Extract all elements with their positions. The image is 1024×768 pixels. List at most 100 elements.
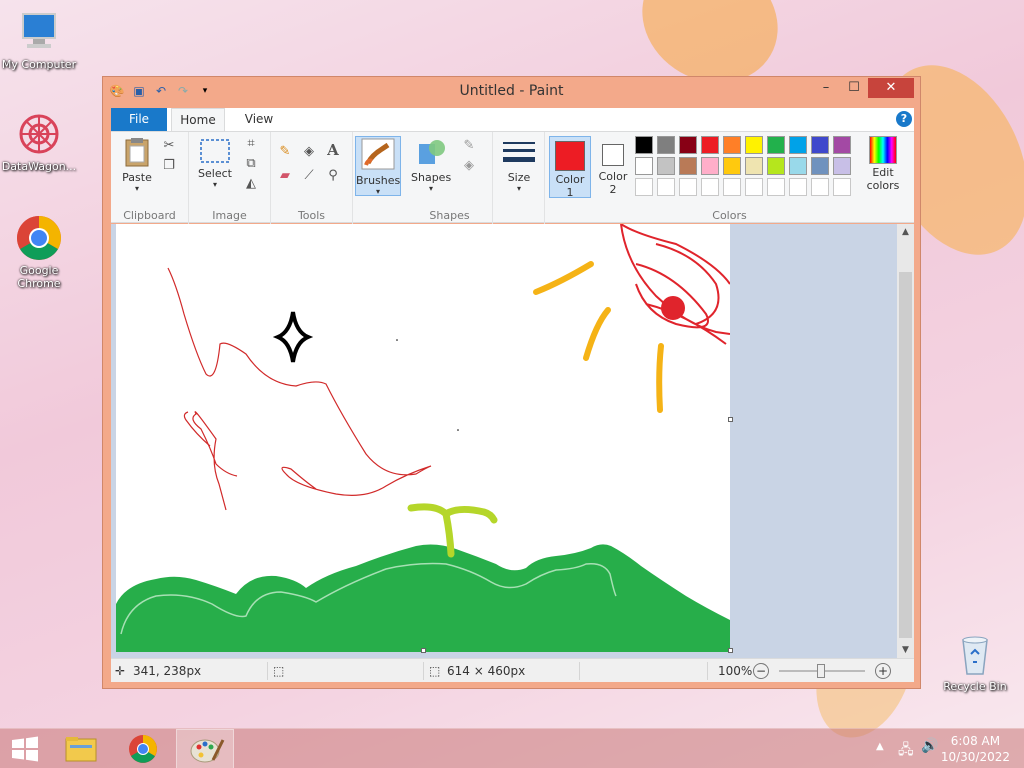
palette-swatch[interactable] <box>657 136 675 154</box>
palette-swatch[interactable] <box>679 136 697 154</box>
desktop-icon-my-computer[interactable]: My Computer <box>0 8 78 71</box>
palette-swatch[interactable] <box>723 157 741 175</box>
cut-icon[interactable]: ✂ <box>161 138 177 154</box>
scroll-up-arrow[interactable]: ▲ <box>897 224 914 240</box>
color2-button[interactable]: Color 2 <box>593 136 633 198</box>
outline-icon[interactable]: ✎ <box>461 138 477 154</box>
desktop-icon-recycle-bin[interactable]: Recycle Bin <box>936 630 1014 693</box>
vertical-scrollbar[interactable]: ▲ ▼ <box>897 224 914 658</box>
custom-color-slot[interactable] <box>767 178 785 196</box>
pencil-icon[interactable]: ✎ <box>277 144 293 160</box>
palette-swatch[interactable] <box>745 157 763 175</box>
palette-swatch[interactable] <box>833 157 851 175</box>
scroll-thumb[interactable] <box>899 272 912 638</box>
paste-label: Paste <box>122 171 152 184</box>
custom-color-slot[interactable] <box>679 178 697 196</box>
clock-time: 6:08 AM <box>950 734 1001 748</box>
start-button[interactable] <box>0 729 50 768</box>
palette-swatch[interactable] <box>833 136 851 154</box>
tab-view[interactable]: View <box>231 108 287 131</box>
red-sketch-line <box>192 411 238 511</box>
text-icon[interactable]: A <box>325 142 341 158</box>
yellow-ray <box>656 343 664 413</box>
custom-color-slot[interactable] <box>701 178 719 196</box>
resize-handle-bottom[interactable] <box>421 648 426 653</box>
palette-swatch[interactable] <box>723 136 741 154</box>
palette-swatch[interactable] <box>789 157 807 175</box>
zoom-level: 100% <box>718 664 753 678</box>
zoom-in-button[interactable]: + <box>875 663 891 679</box>
maximize-button[interactable]: ☐ <box>840 78 868 98</box>
taskbar-file-explorer[interactable] <box>52 729 110 768</box>
image-group: Select ▾ ⌗ ⧉ ◭ Image <box>189 132 271 224</box>
custom-color-slot[interactable] <box>789 178 807 196</box>
shapes-icon <box>419 140 445 164</box>
desktop-icon-label: My Computer <box>1 58 77 71</box>
custom-color-slot[interactable] <box>833 178 851 196</box>
resize-icon[interactable]: ⧉ <box>243 156 259 172</box>
zoom-slider-thumb[interactable] <box>817 664 825 678</box>
color1-button[interactable]: Color 1 <box>549 136 591 199</box>
shape-fill-icon[interactable]: ◈ <box>461 158 477 174</box>
copy-icon[interactable]: ❐ <box>161 158 177 174</box>
palette-swatch[interactable] <box>745 136 763 154</box>
desktop-icon-datawagon[interactable]: DataWagon... <box>0 110 78 173</box>
select-icon <box>200 139 230 163</box>
canvas-area[interactable]: ▲ ▼ <box>111 224 914 658</box>
tab-home[interactable]: Home <box>171 108 225 131</box>
fill-icon[interactable]: ◈ <box>301 144 317 160</box>
color1-number: 1 <box>566 186 574 199</box>
shapes-group-label: Shapes <box>429 209 470 222</box>
tab-file[interactable]: File <box>111 108 167 131</box>
brushes-button[interactable]: Brushes ▾ <box>355 136 401 196</box>
palette-swatch[interactable] <box>811 136 829 154</box>
custom-color-slot[interactable] <box>635 178 653 196</box>
magnifier-icon[interactable]: ⚲ <box>325 168 341 184</box>
folder-icon <box>65 737 97 762</box>
palette-swatch[interactable] <box>635 136 653 154</box>
drawing-canvas[interactable] <box>116 224 730 652</box>
paste-button[interactable]: Paste ▾ <box>117 136 157 193</box>
selection-size-icon: ⬚ <box>273 664 285 678</box>
volume-icon[interactable]: 🔊 <box>921 738 938 754</box>
eraser-icon[interactable]: ▰ <box>277 168 293 184</box>
palette-swatch[interactable] <box>811 157 829 175</box>
palette-swatch[interactable] <box>789 136 807 154</box>
title-bar[interactable]: 🎨 ▣ ↶ ↷ ▾ Untitled - Paint – ☐ ✕ <box>103 77 920 107</box>
show-hidden-icons[interactable]: ▲ <box>876 741 884 752</box>
clipboard-group-label: Clipboard <box>123 209 176 222</box>
datawagon-icon <box>15 110 63 158</box>
custom-color-slot[interactable] <box>811 178 829 196</box>
palette-swatch[interactable] <box>679 157 697 175</box>
select-button[interactable]: Select ▾ <box>195 138 235 189</box>
close-button[interactable]: ✕ <box>868 78 914 98</box>
size-button[interactable]: Size ▾ <box>499 140 539 193</box>
taskbar-chrome[interactable] <box>114 729 172 768</box>
palette-swatch[interactable] <box>657 157 675 175</box>
palette-swatch[interactable] <box>701 157 719 175</box>
help-icon[interactable]: ? <box>896 111 912 127</box>
scroll-down-arrow[interactable]: ▼ <box>897 642 914 658</box>
shapes-button[interactable]: Shapes ▾ <box>411 136 451 193</box>
taskbar-paint[interactable] <box>176 729 234 768</box>
palette-swatch[interactable] <box>635 157 653 175</box>
taskbar-clock[interactable]: 6:08 AM 10/30/2022 <box>941 733 1010 765</box>
network-icon[interactable]: 🖧 <box>898 739 914 763</box>
palette-swatch[interactable] <box>767 157 785 175</box>
desktop-icon-google-chrome[interactable]: Google Chrome <box>0 214 78 290</box>
custom-color-slot[interactable] <box>723 178 741 196</box>
resize-handle-right[interactable] <box>728 417 733 422</box>
color1-label: Color <box>555 173 585 186</box>
yellow-ray <box>583 307 611 361</box>
resize-handle-corner[interactable] <box>728 648 733 653</box>
palette-swatch[interactable] <box>701 136 719 154</box>
edit-colors-button[interactable]: Edit colors <box>861 136 905 192</box>
custom-color-slot[interactable] <box>657 178 675 196</box>
color-picker-icon[interactable]: ⟋ <box>301 168 317 184</box>
palette-swatch[interactable] <box>767 136 785 154</box>
minimize-button[interactable]: – <box>812 78 840 98</box>
crop-icon[interactable]: ⌗ <box>243 136 259 152</box>
zoom-out-button[interactable]: − <box>753 663 769 679</box>
rotate-icon[interactable]: ◭ <box>243 176 259 192</box>
custom-color-slot[interactable] <box>745 178 763 196</box>
